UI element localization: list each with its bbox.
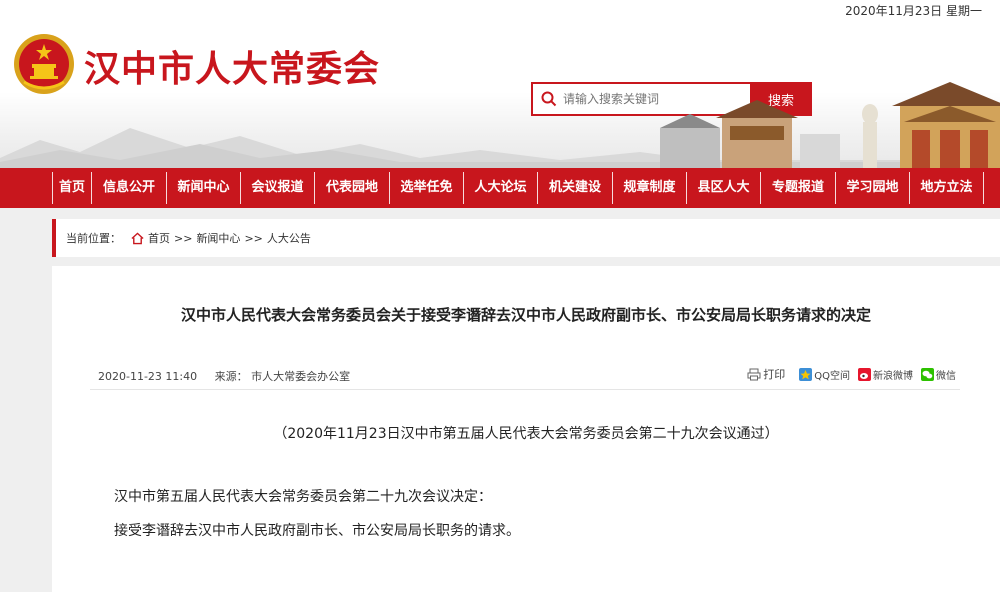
nav-item-local-legislation[interactable]: 地方立法: [909, 172, 984, 204]
nav-item-study[interactable]: 学习园地: [835, 172, 909, 204]
nav-item-forum[interactable]: 人大论坛: [463, 172, 537, 204]
article-paragraph: 接受李谮辞去汉中市人民政府副市长、市公安局局长职务的请求。: [114, 523, 520, 539]
home-icon: [131, 231, 144, 244]
site-header: 2020年11月23日 星期一 汉中市人大常委会 搜索: [0, 0, 1000, 168]
article-paragraph: 汉中市第五届人民代表大会常务委员会第二十九次会议决定：: [114, 489, 492, 505]
nav-item-news-center[interactable]: 新闻中心: [166, 172, 240, 204]
weibo-icon: [858, 367, 871, 381]
qzone-icon: [799, 367, 813, 381]
nav-item-meeting-reports[interactable]: 会议报道: [240, 172, 314, 204]
article-title: 汉中市人民代表大会常务委员会关于接受李谮辞去汉中市人民政府副市长、市公安局局长职…: [180, 306, 871, 324]
nav-item-organ-building[interactable]: 机关建设: [537, 172, 612, 204]
nav-item-info-disclosure[interactable]: 信息公开: [91, 172, 166, 204]
share-wechat-button[interactable]: 微信: [921, 367, 956, 382]
nav-item-deputies[interactable]: 代表园地: [314, 172, 389, 204]
search-icon: [541, 91, 557, 107]
print-label: 打印: [763, 368, 786, 381]
current-date: 2020年11月23日 星期一: [845, 4, 982, 18]
article-meta: 2020-11-23 11:40 来源： 市人大常委会办公室 打印 QQ空间 新…: [90, 362, 960, 390]
share-wechat-label: 微信: [936, 370, 956, 382]
breadcrumb-home-link[interactable]: 首页: [148, 230, 170, 246]
article-panel: 汉中市人民代表大会常务委员会关于接受李谮辞去汉中市人民政府副市长、市公安局局长职…: [52, 266, 1000, 592]
nav-item-special-reports[interactable]: 专题报道: [760, 172, 835, 204]
breadcrumb-announcements-link[interactable]: 人大公告: [267, 230, 311, 246]
breadcrumb-separator: >>: [244, 231, 263, 245]
breadcrumb: 当前位置： 首页 >> 新闻中心 >> 人大公告: [52, 219, 1000, 257]
nav-item-elections[interactable]: 选举任免: [389, 172, 463, 204]
city-landmark-illustration: [660, 82, 1000, 168]
wechat-icon: [921, 367, 934, 381]
print-button[interactable]: 打印: [747, 366, 785, 382]
share-weibo-label: 新浪微博: [873, 370, 913, 382]
article-datetime: 2020-11-23 11:40: [98, 370, 198, 383]
nav-item-regulations[interactable]: 规章制度: [612, 172, 686, 204]
national-emblem-icon: [14, 34, 74, 94]
article-subtitle: （2020年11月23日汉中市第五届人民代表大会常务委员会第二十九次会议通过）: [273, 426, 779, 442]
main-nav: 首页 信息公开 新闻中心 会议报道 代表园地 选举任免 人大论坛 机关建设 规章…: [0, 168, 1000, 208]
breadcrumb-news-center-link[interactable]: 新闻中心: [196, 230, 240, 246]
breadcrumb-label: 当前位置：: [66, 232, 121, 245]
breadcrumb-separator: >>: [174, 231, 193, 245]
site-title: 汉中市人大常委会: [84, 49, 381, 90]
share-weibo-button[interactable]: 新浪微博: [858, 367, 913, 382]
article-source: 来源： 市人大常委会办公室: [214, 370, 351, 383]
printer-icon: [747, 368, 761, 380]
nav-item-county-congress[interactable]: 县区人大: [686, 172, 760, 204]
share-qzone-button[interactable]: QQ空间: [799, 367, 850, 382]
nav-item-home[interactable]: 首页: [52, 172, 91, 204]
share-qzone-label: QQ空间: [814, 370, 850, 382]
